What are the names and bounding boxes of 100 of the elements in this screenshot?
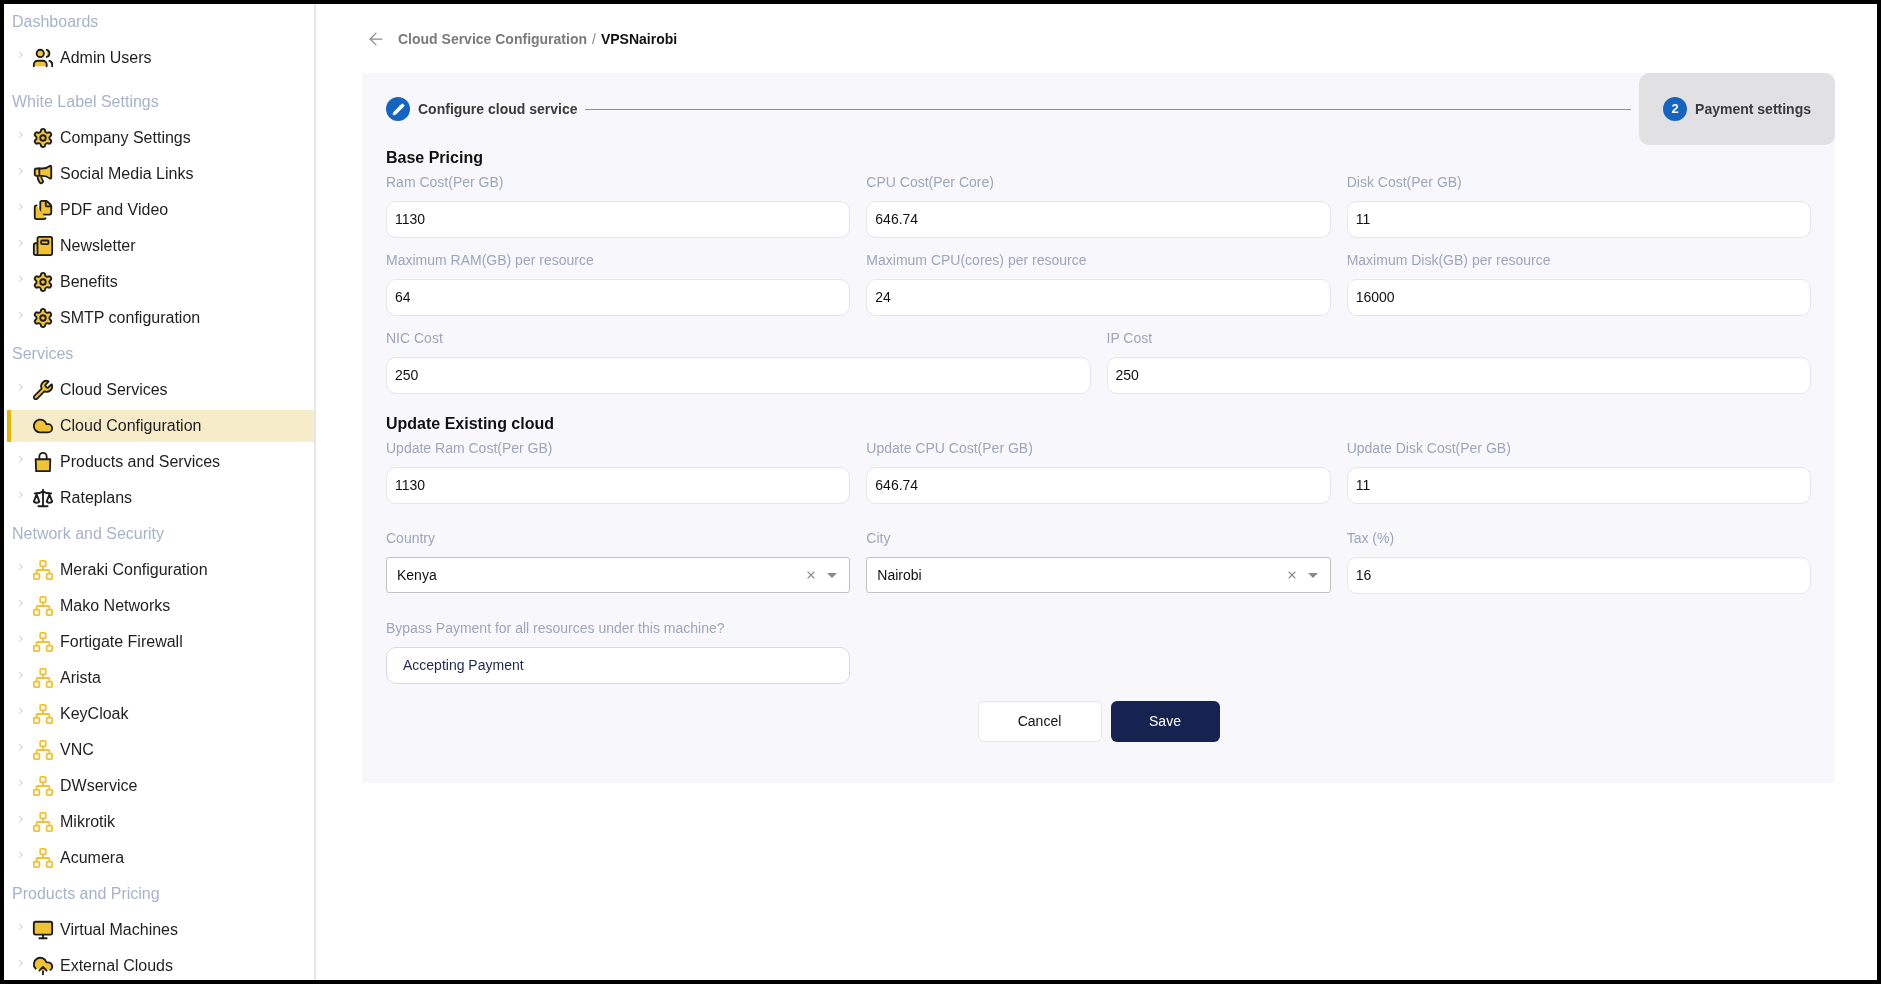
sidebar-item[interactable]: Acumera — [4, 840, 314, 876]
field-label: Disk Cost(Per GB) — [1346, 173, 1463, 192]
sidebar-item[interactable]: Social Media Links — [4, 156, 314, 192]
sidebar-item[interactable]: Arista — [4, 660, 314, 696]
network-icon — [32, 667, 54, 689]
sidebar-item[interactable]: SMTP configuration — [4, 300, 314, 336]
field-label: Bypass Payment for all resources under this machine? — [386, 619, 726, 638]
select-field[interactable]: Kenya — [386, 557, 851, 593]
chevron-icon — [16, 490, 26, 500]
sidebar-item[interactable]: Rateplans — [4, 480, 314, 516]
field-label: Maximum Disk(GB) per resource — [1346, 251, 1552, 270]
breadcrumb-current: VPSNairobi — [600, 29, 678, 49]
breadcrumb-separator: / — [592, 29, 596, 49]
input-field[interactable]: 646.74 — [866, 201, 1331, 238]
network-icon — [32, 559, 54, 581]
chevron-icon — [16, 778, 26, 788]
chevron-icon — [16, 202, 26, 212]
cloud-upload-icon — [32, 955, 54, 977]
chevron-icon — [16, 742, 26, 752]
chevron-icon — [16, 274, 26, 284]
chevron-icon — [16, 562, 26, 572]
sidebar-item[interactable]: Admin Users — [4, 40, 314, 76]
network-icon — [32, 595, 54, 617]
sidebar-item[interactable]: Newsletter — [4, 228, 314, 264]
gear-icon — [32, 307, 54, 329]
sidebar-item[interactable]: DWservice — [4, 768, 314, 804]
newspaper-icon — [32, 235, 54, 257]
section-title: Base Pricing — [386, 148, 484, 168]
network-icon — [32, 703, 54, 725]
section-heading: White Label Settings — [12, 92, 159, 112]
network-icon — [32, 811, 54, 833]
sidebar-item[interactable]: Benefits — [4, 264, 314, 300]
sidebar-item[interactable]: VNC — [4, 732, 314, 768]
section-heading: Network and Security — [12, 524, 165, 544]
chevron-icon — [16, 238, 26, 248]
sidebar-item[interactable]: Company Settings — [4, 120, 314, 156]
chevron-icon — [16, 670, 26, 680]
chevron-icon — [16, 958, 26, 968]
sidebar-item[interactable]: Cloud Services — [4, 372, 314, 408]
chevron-icon — [16, 454, 26, 464]
chevron-icon — [16, 382, 26, 392]
monitor-icon — [32, 919, 54, 941]
field-label: Maximum RAM(GB) per resource — [386, 251, 595, 270]
input-field[interactable]: 64 — [386, 279, 851, 316]
input-field[interactable]: 646.74 — [866, 467, 1331, 504]
field-label: CPU Cost(Per Core) — [866, 173, 995, 192]
select-field[interactable]: Nairobi — [866, 557, 1331, 593]
chevron-icon — [16, 850, 26, 860]
field-label: Update CPU Cost(Per GB) — [866, 439, 1034, 458]
step-number: 2 — [1663, 97, 1688, 121]
sidebar-item[interactable]: Mikrotik — [4, 804, 314, 840]
sidebar-item[interactable]: Virtual Machines — [4, 912, 314, 948]
field-label: City — [866, 529, 892, 548]
gear-icon — [32, 271, 54, 293]
stepper-step[interactable]: Configure cloud service — [362, 73, 578, 145]
users-icon — [32, 47, 54, 69]
field-label: Update Ram Cost(Per GB) — [386, 439, 554, 458]
sidebar-item[interactable]: Products and Services — [4, 444, 314, 480]
cancel-button[interactable]: Cancel — [977, 701, 1102, 742]
input-field[interactable]: 250 — [386, 357, 1091, 394]
breadcrumb-link[interactable]: Cloud Service Configuration — [398, 28, 587, 50]
section-heading: Dashboards — [12, 12, 99, 32]
megaphone-icon — [32, 163, 54, 185]
stepper-step[interactable]: 2 Payment settings — [1639, 73, 1835, 145]
network-icon — [32, 847, 54, 869]
sidebar-item[interactable]: Fortigate Firewall — [4, 624, 314, 660]
sidebar-item[interactable]: KeyCloak — [4, 696, 314, 732]
shopping-bag-icon — [32, 451, 54, 473]
input-field[interactable]: 250 — [1106, 357, 1811, 394]
sidebar-item[interactable]: Cloud Configuration — [7, 410, 314, 442]
choice-field[interactable]: Accepting Payment — [386, 647, 851, 684]
sidebar-item[interactable]: Mako Networks — [4, 588, 314, 624]
input-field[interactable]: 1130 — [386, 201, 851, 238]
network-icon — [32, 631, 54, 653]
input-field[interactable]: 16 — [1346, 557, 1811, 594]
chevron-icon — [16, 130, 26, 140]
field-label: Ram Cost(Per GB) — [386, 173, 505, 192]
chevron-icon — [16, 814, 26, 824]
wrench-icon — [32, 379, 54, 401]
sidebar-item[interactable]: PDF and Video — [4, 192, 314, 228]
input-field[interactable]: 1130 — [386, 467, 851, 504]
field-label: Country — [386, 529, 437, 548]
chevron-icon — [16, 598, 26, 608]
field-label: Update Disk Cost(Per GB) — [1346, 439, 1512, 458]
field-label: IP Cost — [1106, 329, 1154, 348]
input-field[interactable]: 11 — [1346, 201, 1811, 238]
input-field[interactable]: 11 — [1346, 467, 1811, 504]
section-heading: Services — [12, 344, 74, 364]
save-button[interactable]: Save — [1110, 701, 1220, 742]
caret-icon — [1307, 572, 1318, 578]
input-field[interactable]: 16000 — [1346, 279, 1811, 316]
sidebar-item[interactable]: Meraki Configuration — [4, 552, 314, 588]
field-label: Tax (%) — [1346, 529, 1396, 548]
gear-icon — [32, 127, 54, 149]
chevron-icon — [16, 634, 26, 644]
network-icon — [32, 739, 54, 761]
input-field[interactable]: 24 — [866, 279, 1331, 316]
sidebar-item[interactable]: External Clouds — [4, 948, 314, 980]
network-icon — [32, 775, 54, 797]
chevron-icon — [16, 310, 26, 320]
